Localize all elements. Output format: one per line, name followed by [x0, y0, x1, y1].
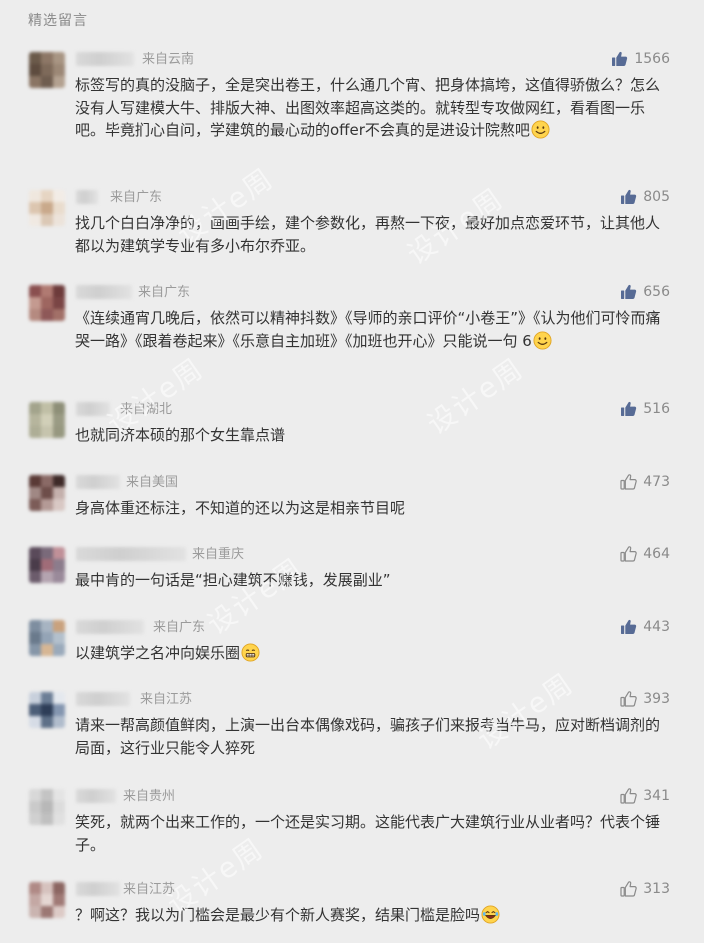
username-blurred[interactable] [76, 547, 186, 561]
username-blurred[interactable] [76, 692, 130, 706]
username-blurred[interactable] [76, 882, 120, 896]
smile-emoji-icon [533, 330, 552, 350]
like-button[interactable]: 516 [620, 400, 670, 418]
comment-text: ？啊这？我以为门槛会是最少有个新人赛奖，结果门槛是脸吗 [75, 904, 673, 927]
thumbs-up-icon [621, 189, 637, 204]
like-button[interactable]: 313 [620, 880, 670, 898]
thumbs-up-icon [612, 51, 628, 66]
like-count: 805 [643, 189, 670, 205]
like-button[interactable]: 473 [620, 473, 670, 491]
like-button[interactable]: 443 [620, 618, 670, 636]
comment-text: 找几个白白净净的，画画手绘，建个参数化，再熬一下夜，最好加点恋爱环节，让其他人都… [75, 212, 673, 257]
comment-location: 来自云南 [142, 52, 195, 67]
comment-location: 来自广东 [138, 285, 191, 300]
avatar[interactable] [29, 190, 65, 226]
comment-location: 来自重庆 [192, 547, 245, 562]
comment-text: 标签写的真的没脑子，全是突出卷王，什么通几个宵、把身体搞垮，这值得骄傲么？怎么没… [75, 74, 673, 142]
comment-location: 来自湖北 [120, 402, 173, 417]
comment-text-content: 找几个白白净净的，画画手绘，建个参数化，再熬一下夜，最好加点恋爱环节，让其他人都… [75, 214, 661, 255]
laugh-emoji-icon [481, 905, 500, 924]
comment-text-content: 《连续通宵几晚后，依然可以精神抖数》《导师的亲口评价“小卷王”》《认为他们可怜而… [75, 309, 661, 350]
username-blurred[interactable] [76, 475, 120, 489]
username-blurred[interactable] [76, 789, 116, 803]
avatar[interactable] [29, 475, 65, 511]
comment-location: 来自江苏 [140, 692, 193, 707]
like-count: 341 [643, 788, 670, 804]
comment-location: 来自江苏 [123, 882, 176, 897]
like-count: 313 [643, 881, 670, 897]
thumbs-up-icon [621, 401, 637, 416]
like-button[interactable]: 341 [620, 787, 670, 805]
like-count: 393 [643, 691, 670, 707]
thumbs-up-icon [621, 619, 637, 634]
like-count: 464 [643, 546, 670, 562]
thumbs-up-icon [620, 691, 638, 707]
comment-text: 《连续通宵几晚后，依然可以精神抖数》《导师的亲口评价“小卷王”》《认为他们可怜而… [75, 307, 673, 352]
avatar[interactable] [29, 692, 65, 728]
comment-location: 来自贵州 [123, 789, 176, 804]
comment-text: 身高体重还标注，不知道的还以为这是相亲节目呢 [75, 497, 673, 520]
like-button[interactable]: 805 [620, 188, 670, 206]
comment-text: 请来一帮高颜值鲜肉，上演一出台本偶像戏码，骗孩子们来报考当牛马，应对断档调剂的局… [75, 714, 673, 759]
comment-location: 来自广东 [153, 620, 206, 635]
comment-text: 最中肯的一句话是“担心建筑不赚钱，发展副业” [75, 569, 673, 592]
like-button[interactable]: 656 [620, 283, 670, 301]
comment-text-content: 也就同济本硕的那个女生靠点谱 [75, 426, 286, 444]
avatar[interactable] [29, 620, 65, 656]
thumbs-up-icon [620, 881, 638, 897]
like-button[interactable]: 393 [620, 690, 670, 708]
thumbs-up-icon [620, 474, 638, 490]
username-blurred[interactable] [76, 620, 144, 634]
username-blurred[interactable] [76, 402, 110, 416]
grimace-emoji-icon [241, 643, 260, 662]
like-button[interactable]: 1566 [611, 50, 670, 68]
like-count: 1566 [634, 51, 670, 67]
comment-text: 以建筑学之名冲向娱乐圈 [75, 642, 673, 665]
comment-text-content: 最中肯的一句话是“担心建筑不赚钱，发展副业” [75, 571, 391, 589]
section-title: 精选留言 [28, 13, 88, 29]
comment-text: 笑死，就两个出来工作的，一个还是实习期。这能代表广大建筑行业从业者吗？代表个锤子… [75, 811, 673, 856]
comment-text-content: 标签写的真的没脑子，全是突出卷王，什么通几个宵、把身体搞垮，这值得骄傲么？怎么没… [75, 76, 661, 139]
comment-location: 来自广东 [110, 190, 163, 205]
avatar[interactable] [29, 402, 65, 438]
comment-text-content: 笑死，就两个出来工作的，一个还是实习期。这能代表广大建筑行业从业者吗？代表个锤子… [75, 813, 661, 854]
avatar[interactable] [29, 789, 65, 825]
username-blurred[interactable] [76, 52, 134, 66]
like-count: 656 [643, 284, 670, 300]
avatar[interactable] [29, 52, 65, 88]
thumbs-up-icon [620, 546, 638, 562]
avatar[interactable] [29, 882, 65, 918]
username-blurred[interactable] [76, 190, 98, 204]
like-button[interactable]: 464 [620, 545, 670, 563]
comment-text-content: 请来一帮高颜值鲜肉，上演一出台本偶像戏码，骗孩子们来报考当牛马，应对断档调剂的局… [75, 716, 661, 757]
like-count: 473 [643, 474, 670, 490]
comment-text: 也就同济本硕的那个女生靠点谱 [75, 424, 673, 447]
username-blurred[interactable] [76, 285, 132, 299]
comment-text-content: 以建筑学之名冲向娱乐圈 [75, 644, 241, 662]
like-count: 443 [643, 619, 670, 635]
comment-text-content: 身高体重还标注，不知道的还以为这是相亲节目呢 [75, 499, 406, 517]
avatar[interactable] [29, 547, 65, 583]
smile-emoji-icon [531, 120, 550, 139]
like-count: 516 [643, 401, 670, 417]
comment-location: 来自美国 [126, 475, 179, 490]
avatar[interactable] [29, 285, 65, 321]
thumbs-up-icon [621, 284, 637, 299]
thumbs-up-icon [620, 788, 638, 804]
comment-text-content: ？啊这？我以为门槛会是最少有个新人赛奖，结果门槛是脸吗 [75, 906, 481, 924]
